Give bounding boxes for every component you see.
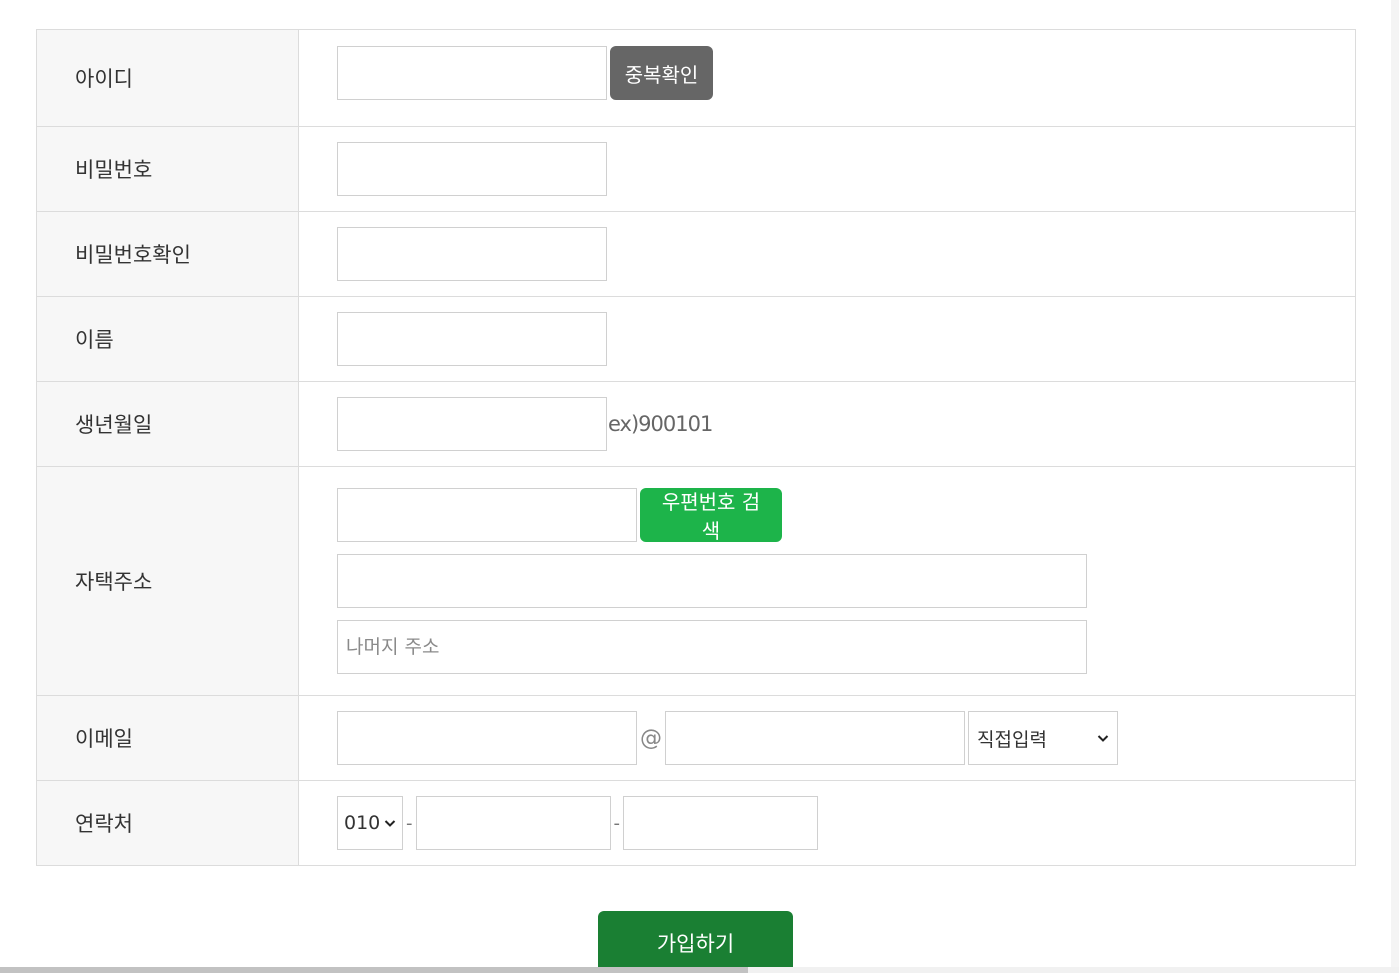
email-at-sign: @ [640, 725, 662, 751]
cell-birth: ex)900101 [298, 381, 1356, 467]
cell-address: 우편번호 검색 [298, 466, 1356, 696]
password-confirm-input[interactable] [337, 227, 607, 281]
address-input[interactable] [337, 554, 1087, 608]
phone-prefix-value: 010 [344, 812, 381, 834]
cell-email: @ 직접입력 [298, 695, 1356, 781]
chevron-down-icon [384, 820, 396, 827]
row-password-confirm: 비밀번호확인 [36, 211, 1356, 297]
duplicate-check-button[interactable]: 중복확인 [610, 46, 713, 100]
cell-phone: 010 - - [298, 780, 1356, 866]
label-email: 이메일 [36, 695, 299, 781]
phone-middle-input[interactable] [415, 796, 611, 850]
password-input[interactable] [337, 142, 607, 196]
id-input[interactable] [337, 46, 607, 100]
row-phone: 연락처 010 - - [36, 780, 1356, 866]
phone-separator: - [613, 812, 621, 834]
label-id: 아이디 [36, 29, 299, 127]
row-password: 비밀번호 [36, 126, 1356, 212]
label-address: 자택주소 [36, 466, 299, 696]
email-local-input[interactable] [337, 711, 637, 765]
address-detail-input[interactable] [337, 620, 1087, 674]
zipcode-search-button[interactable]: 우편번호 검색 [640, 488, 782, 543]
email-domain-select[interactable]: 직접입력 [968, 711, 1118, 765]
email-domain-input[interactable] [665, 711, 965, 765]
label-birth: 생년월일 [36, 381, 299, 467]
row-email: 이메일 @ 직접입력 [36, 695, 1356, 781]
phone-separator: - [406, 812, 413, 834]
label-password-confirm: 비밀번호확인 [36, 211, 299, 297]
label-password: 비밀번호 [36, 126, 299, 212]
phone-last-input[interactable] [623, 796, 818, 850]
row-address: 자택주소 우편번호 검색 [36, 466, 1356, 696]
cell-password [298, 126, 1356, 212]
phone-prefix-select[interactable]: 010 [337, 796, 403, 850]
birth-input[interactable] [337, 397, 607, 451]
horizontal-scrollbar-thumb[interactable] [0, 967, 748, 973]
label-phone: 연락처 [36, 780, 299, 866]
name-input[interactable] [337, 312, 607, 366]
chevron-down-icon [1097, 735, 1109, 742]
birth-hint: ex)900101 [608, 412, 713, 436]
row-name: 이름 [36, 296, 1356, 382]
cell-name [298, 296, 1356, 382]
cell-password-confirm [298, 211, 1356, 297]
row-birth: 생년월일 ex)900101 [36, 381, 1356, 467]
label-name: 이름 [36, 296, 299, 382]
cell-id: 중복확인 [298, 29, 1356, 127]
vertical-scrollbar[interactable] [1391, 0, 1399, 967]
signup-submit-button[interactable]: 가입하기 [598, 911, 793, 973]
email-domain-select-value: 직접입력 [977, 728, 1047, 751]
zipcode-input[interactable] [337, 488, 637, 542]
signup-form-table: 아이디 중복확인 비밀번호 비밀번호확인 이름 생년월일 ex)900101 자… [36, 29, 1356, 866]
row-id: 아이디 중복확인 [36, 29, 1356, 127]
